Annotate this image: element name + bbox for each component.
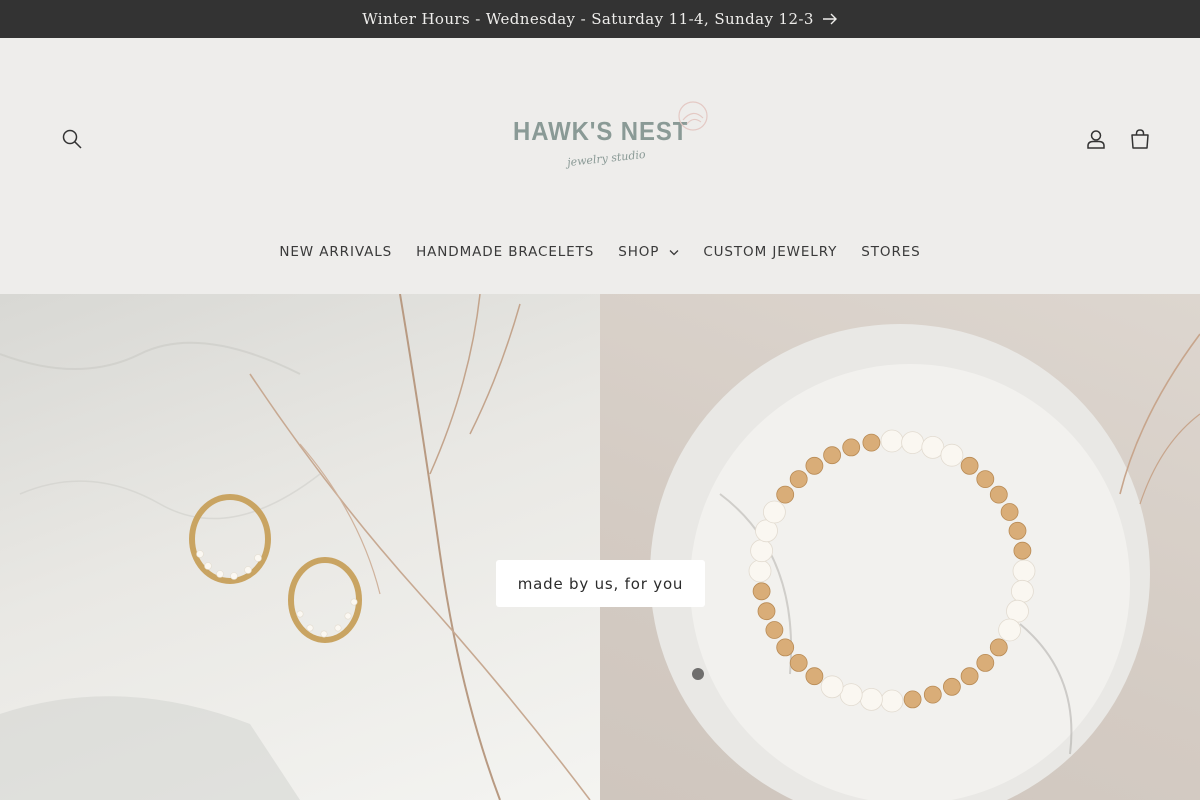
pearl-bead <box>880 689 904 713</box>
pearl-bead <box>880 429 904 453</box>
chevron-down-icon <box>669 249 679 255</box>
pearl-bead <box>820 675 844 699</box>
pearl-bead <box>750 539 774 563</box>
announcement-text: Winter Hours - Wednesday - Saturday 11-4… <box>362 10 814 28</box>
search-icon <box>62 129 82 149</box>
earrings-illustration <box>0 294 591 800</box>
search-button[interactable] <box>58 125 86 153</box>
nav-item-label: SHOP <box>618 244 660 260</box>
gold-bead <box>989 485 1008 504</box>
hero-image-earrings <box>0 294 600 800</box>
pearl-bead <box>1012 559 1036 583</box>
gold-bead <box>960 456 979 475</box>
nav-item-label: HANDMADE BRACELETS <box>416 244 595 260</box>
pearl-bead <box>859 687 883 711</box>
announcement-bar: Winter Hours - Wednesday - Saturday 11-4… <box>0 0 1200 38</box>
arrow-right-icon <box>822 13 837 25</box>
gold-bead <box>805 667 824 686</box>
gold-bead <box>1013 541 1032 560</box>
gold-bead <box>989 638 1008 657</box>
nav-item-shop[interactable]: SHOP <box>606 244 691 260</box>
nav-item-stores[interactable]: STORES <box>849 244 932 260</box>
bracelet-illustration <box>650 324 1200 800</box>
site-logo[interactable]: HAWK'S NEST jewelry studio <box>505 94 715 184</box>
gold-bead <box>757 602 776 621</box>
gold-bead <box>823 446 842 465</box>
cart-icon <box>1131 129 1149 149</box>
gold-bead <box>942 677 961 696</box>
nav-item-label: NEW ARRIVALS <box>279 244 393 260</box>
pearl-bead <box>839 683 863 707</box>
gold-bead <box>789 470 808 489</box>
pearl-bead <box>762 500 786 524</box>
site-header: HAWK'S NEST jewelry studio NEW ARRIVALS … <box>0 38 1200 294</box>
gold-bead <box>776 638 795 657</box>
nav-item-new-arrivals[interactable]: NEW ARRIVALS <box>267 244 404 260</box>
cart-button[interactable] <box>1126 125 1154 153</box>
pearl-bead <box>940 443 964 467</box>
hero-banner: made by us, for you <box>0 294 1200 800</box>
logo-mark-icon <box>678 101 708 131</box>
hero-cta-button[interactable]: made by us, for you <box>496 560 705 607</box>
nav-item-label: STORES <box>861 244 921 260</box>
account-button[interactable] <box>1082 125 1110 153</box>
gold-bead <box>789 653 808 672</box>
pearl-bead <box>921 435 945 459</box>
gold-bead <box>765 621 784 639</box>
gold-bead <box>903 690 922 709</box>
account-icon <box>1087 130 1105 149</box>
pearl-bead <box>901 431 925 455</box>
gold-bead <box>960 667 979 686</box>
pearl-bead <box>998 618 1022 642</box>
nav-item-custom-jewelry[interactable]: CUSTOM JEWELRY <box>691 244 849 260</box>
gold-bead <box>862 433 881 452</box>
gold-bead <box>923 685 942 704</box>
main-nav: NEW ARRIVALS HANDMADE BRACELETS SHOP CUS… <box>0 239 1200 265</box>
hero-image-bracelet <box>600 294 1200 800</box>
gold-bead <box>752 582 771 601</box>
gold-bead <box>976 470 995 489</box>
nav-item-label: CUSTOM JEWELRY <box>703 244 838 260</box>
logo-title: HAWK'S NEST <box>513 116 689 146</box>
gold-bead <box>842 438 861 457</box>
gold-bead <box>776 485 795 504</box>
gold-bead <box>805 456 824 475</box>
gold-bead <box>1008 521 1027 540</box>
announcement-link[interactable]: Winter Hours - Wednesday - Saturday 11-4… <box>362 10 838 28</box>
gold-bead <box>1000 503 1019 521</box>
pearl-bead <box>1010 579 1034 603</box>
gold-bead <box>976 653 995 672</box>
logo-subtitle: jewelry studio <box>566 147 647 170</box>
pearl-bead <box>748 559 772 583</box>
nav-item-handmade-bracelets[interactable]: HANDMADE BRACELETS <box>404 244 606 260</box>
